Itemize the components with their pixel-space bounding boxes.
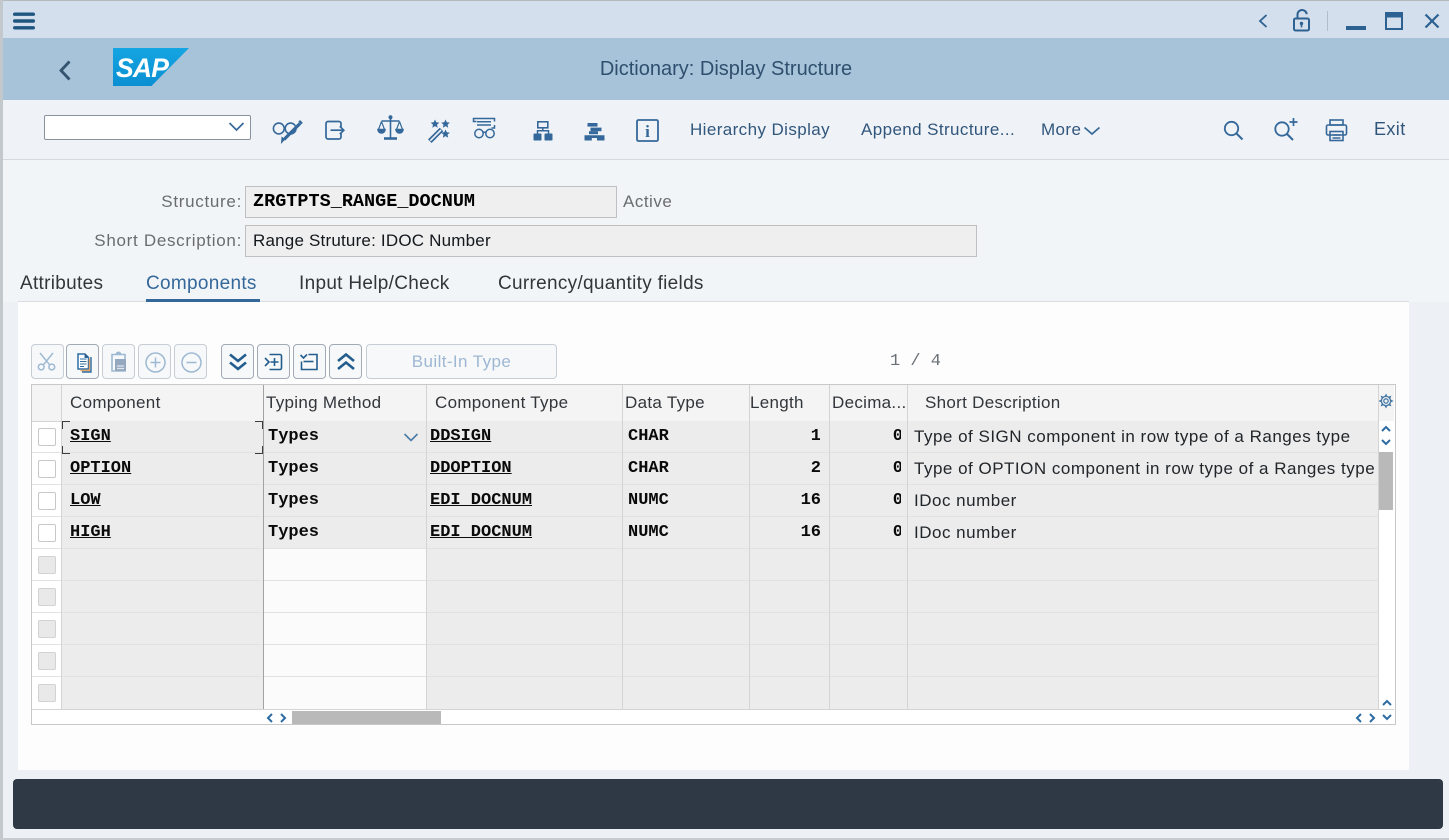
svg-text:i: i <box>645 122 650 141</box>
